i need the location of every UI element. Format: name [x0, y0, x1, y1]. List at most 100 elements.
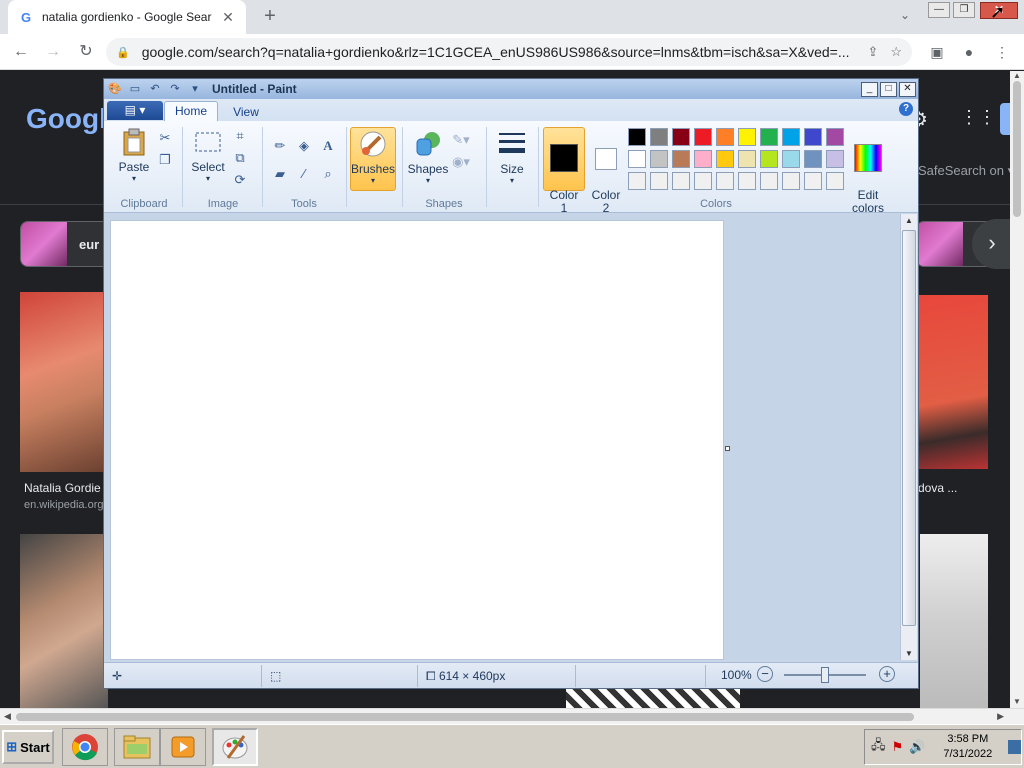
fill-bucket-icon[interactable]: ◈	[295, 137, 313, 155]
palette-swatch[interactable]	[672, 128, 690, 146]
palette-swatch[interactable]	[672, 172, 690, 190]
text-icon[interactable]: A	[319, 137, 337, 155]
crop-icon[interactable]: ⌗	[231, 127, 249, 145]
cut-icon[interactable]: ✂	[156, 129, 174, 147]
palette-swatch[interactable]	[826, 172, 844, 190]
show-desktop-button[interactable]	[1008, 740, 1021, 754]
image-result[interactable]	[918, 295, 988, 469]
scrollbar-thumb[interactable]	[16, 713, 914, 721]
drawing-canvas[interactable]	[110, 220, 724, 660]
result-source[interactable]: en.wikipedia.org	[24, 499, 104, 511]
palette-swatch[interactable]	[826, 128, 844, 146]
scrollbar-thumb[interactable]	[902, 230, 916, 626]
back-arrow-icon[interactable]: ←	[10, 41, 32, 63]
palette-swatch[interactable]	[694, 128, 712, 146]
save-icon[interactable]: ▭	[128, 82, 142, 96]
volume-icon[interactable]: 🔊	[909, 739, 925, 755]
result-title[interactable]: dova ...	[918, 481, 957, 495]
scroll-down-icon[interactable]: ▼	[905, 649, 913, 658]
palette-swatch[interactable]	[760, 150, 778, 168]
eraser-icon[interactable]: ▰	[271, 165, 289, 183]
shapes-button[interactable]: Shapes ▾	[407, 129, 449, 185]
zoom-slider-thumb[interactable]	[821, 667, 829, 683]
palette-swatch[interactable]	[628, 128, 646, 146]
scroll-up-icon[interactable]: ▲	[1013, 71, 1021, 80]
image-result[interactable]	[20, 292, 108, 472]
paint-titlebar[interactable]: 🎨 ▭ ↶ ↷ ▾ Untitled - Paint _ □ ✕	[104, 79, 918, 99]
image-result[interactable]	[20, 534, 108, 708]
fill-icon[interactable]: ◉▾	[452, 153, 470, 171]
palette-swatch[interactable]	[694, 150, 712, 168]
paint-maximize-button[interactable]: □	[880, 81, 897, 97]
select-button[interactable]: Select ▾	[188, 127, 228, 183]
lock-icon[interactable]: 🔒	[116, 46, 130, 59]
palette-swatch[interactable]	[782, 172, 800, 190]
security-alert-icon[interactable]: ⚑	[892, 739, 904, 755]
paint-minimize-button[interactable]: _	[861, 81, 878, 97]
palette-swatch[interactable]	[804, 128, 822, 146]
palette-swatch[interactable]	[628, 150, 646, 168]
palette-swatch[interactable]	[650, 128, 668, 146]
palette-swatch[interactable]	[716, 172, 734, 190]
resize-icon[interactable]: ⧉	[231, 149, 249, 167]
tab-close-icon[interactable]: ✕	[220, 9, 236, 26]
window-restore-button[interactable]: ❐	[953, 2, 975, 18]
share-icon[interactable]: ⇪	[867, 44, 878, 60]
profile-icon[interactable]: ●	[958, 41, 980, 63]
palette-swatch[interactable]	[650, 172, 668, 190]
sign-in-button[interactable]	[1000, 103, 1010, 135]
taskbar-explorer[interactable]	[114, 728, 160, 766]
url-text[interactable]: google.com/search?q=natalia+gordienko&rl…	[142, 44, 856, 60]
undo-icon[interactable]: ↶	[148, 82, 162, 96]
new-tab-button[interactable]: +	[258, 5, 282, 29]
zoom-out-button[interactable]: −	[757, 666, 773, 682]
canvas-resize-handle[interactable]	[725, 446, 730, 451]
palette-swatch[interactable]	[650, 150, 668, 168]
outline-icon[interactable]: ✎▾	[452, 131, 470, 149]
palette-swatch[interactable]	[628, 172, 646, 190]
palette-swatch[interactable]	[738, 128, 756, 146]
help-icon[interactable]: ?	[899, 102, 913, 116]
paint-close-button[interactable]: ✕	[899, 81, 916, 97]
bookmark-star-icon[interactable]: ☆	[890, 44, 902, 60]
image-result[interactable]	[566, 689, 740, 708]
image-result[interactable]	[920, 534, 988, 708]
palette-swatch[interactable]	[760, 128, 778, 146]
canvas-vertical-scrollbar[interactable]: ▲ ▼	[900, 214, 917, 660]
reload-icon[interactable]: ↻	[75, 41, 97, 63]
zoom-in-button[interactable]: +	[879, 666, 895, 682]
scroll-down-icon[interactable]: ▼	[1013, 697, 1021, 706]
redo-icon[interactable]: ↷	[168, 82, 182, 96]
tab-view[interactable]: View	[222, 103, 270, 121]
copy-icon[interactable]: ❐	[156, 151, 174, 169]
taskbar-paint[interactable]	[212, 728, 258, 766]
palette-swatch[interactable]	[804, 172, 822, 190]
palette-swatch[interactable]	[738, 150, 756, 168]
paste-button[interactable]: Paste ▾	[114, 127, 154, 183]
palette-swatch[interactable]	[760, 172, 778, 190]
clock[interactable]: 3:58 PM 7/31/2022	[943, 732, 992, 762]
taskbar-chrome[interactable]	[62, 728, 108, 766]
paint-menu-button[interactable]: ▤ ▾	[107, 101, 163, 120]
rotate-icon[interactable]: ⟳	[231, 171, 249, 189]
taskbar-media-player[interactable]	[160, 728, 206, 766]
color-picker-icon[interactable]: ⁄	[295, 165, 313, 183]
palette-swatch[interactable]	[782, 150, 800, 168]
browser-tab[interactable]: G natalia gordienko - Google Search ✕	[8, 0, 246, 34]
palette-swatch[interactable]	[716, 128, 734, 146]
result-title[interactable]: Natalia Gordie	[24, 481, 101, 495]
scroll-up-icon[interactable]: ▲	[905, 216, 913, 225]
palette-swatch[interactable]	[826, 150, 844, 168]
forward-arrow-icon[interactable]: →	[42, 41, 64, 63]
pencil-icon[interactable]: ✏	[271, 137, 289, 155]
safesearch-toggle[interactable]: SafeSearch on ▾	[918, 163, 1010, 179]
palette-swatch[interactable]	[804, 150, 822, 168]
palette-swatch[interactable]	[672, 150, 690, 168]
magnifier-icon[interactable]: ⌕	[319, 165, 337, 183]
palette-swatch[interactable]	[716, 150, 734, 168]
scroll-left-icon[interactable]: ◀	[4, 711, 11, 722]
paint-app-icon[interactable]: 🎨	[108, 82, 122, 96]
customize-qat-icon[interactable]: ▾	[188, 82, 202, 96]
window-minimize-button[interactable]: —	[928, 2, 950, 18]
palette-swatch[interactable]	[694, 172, 712, 190]
